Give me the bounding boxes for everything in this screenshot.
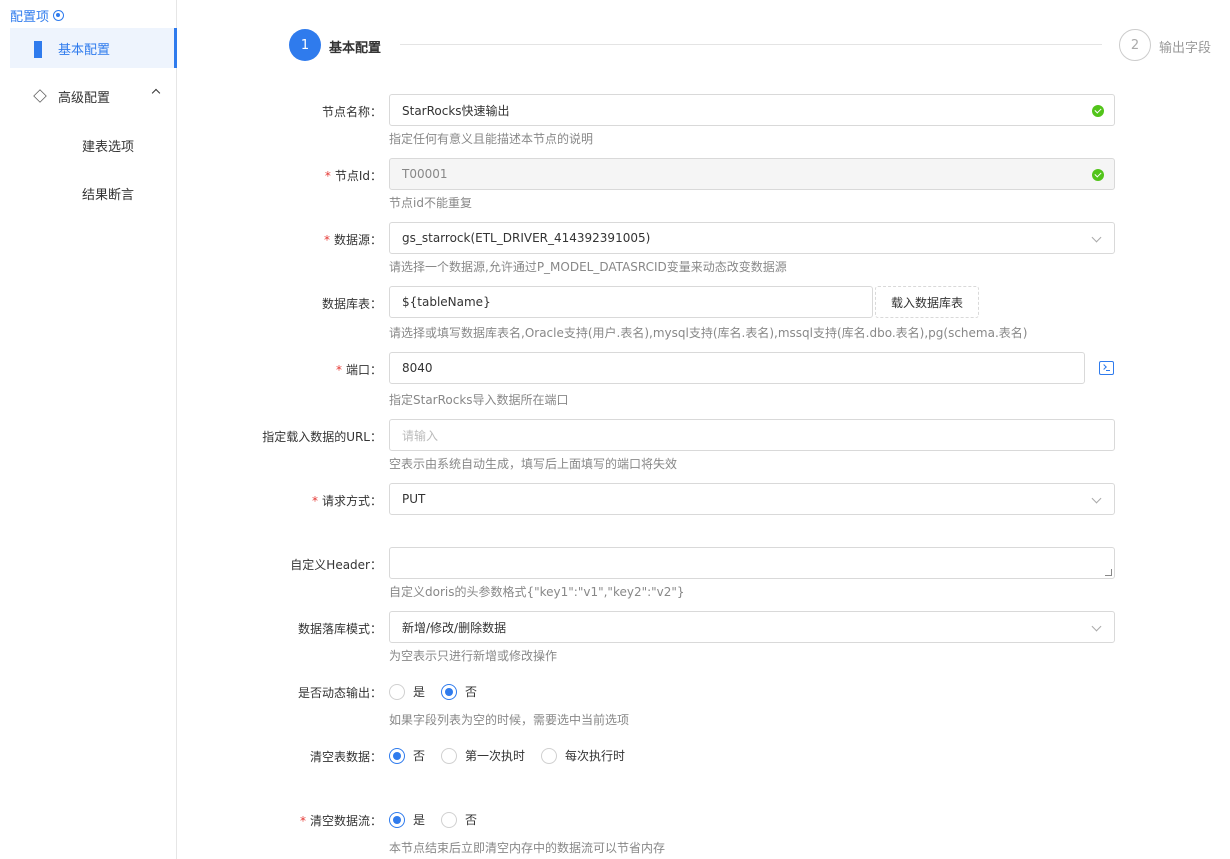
- chevron-up-icon[interactable]: [151, 88, 161, 98]
- node-id-help: 节点id不能重复: [389, 196, 472, 210]
- chevron-down-icon: [1091, 493, 1102, 504]
- radio-circle[interactable]: [441, 811, 458, 828]
- step-2-label[interactable]: 输出字段: [1159, 37, 1211, 56]
- node-name-input[interactable]: StarRocks快速输出: [389, 94, 1115, 126]
- node-name-help: 指定任何有意义且能描述本节点的说明: [389, 132, 594, 146]
- node-id-label: * 节点Id：: [324, 169, 382, 183]
- check-icon: [1092, 105, 1104, 117]
- mode-select[interactable]: 新增/修改/删除数据: [389, 611, 1115, 643]
- clear-stream-radio-yes[interactable]: 是: [389, 811, 425, 828]
- port-help: 指定StarRocks导入数据所在端口: [389, 393, 569, 407]
- dynamic-radio-yes[interactable]: 是: [389, 683, 425, 700]
- step-connector: [400, 44, 1102, 45]
- clear-table-radio-no[interactable]: 否: [389, 747, 425, 764]
- load-url-placeholder: 请输入: [402, 428, 439, 443]
- radio-circle[interactable]: [541, 747, 558, 764]
- sidebar-item-label: 基本配置: [58, 42, 111, 58]
- method-label: * 请求方式：: [311, 494, 382, 508]
- dynamic-radio-group: 是 否: [389, 683, 493, 700]
- port-value: 8040: [402, 361, 433, 375]
- dynamic-help: 如果字段列表为空的时候，需要选中当前选项: [389, 713, 630, 727]
- sidebar-item-basic-config[interactable]: 基本配置: [10, 28, 177, 68]
- grid-icon: [34, 41, 46, 58]
- port-input[interactable]: 8040: [389, 352, 1085, 384]
- sidebar-title: 配置项: [10, 6, 65, 25]
- radio-circle[interactable]: [441, 683, 458, 700]
- clear-table-radio-first[interactable]: 第一次执时: [441, 747, 525, 764]
- load-url-help: 空表示由系统自动生成，填写后上面填写的端口将失效: [389, 457, 678, 471]
- clear-stream-help: 本节点结束后立即清空内存中的数据流可以节省内存: [389, 841, 666, 855]
- db-table-input[interactable]: ${tableName}: [389, 286, 873, 318]
- sidebar-item-table-options[interactable]: 建表选项: [82, 136, 134, 155]
- mode-label: 数据落库模式：: [297, 622, 382, 636]
- node-name-value: StarRocks快速输出: [402, 103, 510, 118]
- dynamic-radio-no[interactable]: 否: [441, 683, 477, 700]
- datasource-value: gs_starrock(ETL_DRIVER_414392391005): [402, 231, 651, 245]
- dynamic-label: 是否动态输出：: [297, 686, 382, 700]
- cube-icon: [33, 89, 47, 103]
- db-table-label: 数据库表：: [321, 297, 382, 311]
- method-select[interactable]: PUT: [389, 483, 1115, 515]
- load-url-label: 指定载入数据的URL：: [262, 430, 382, 444]
- db-table-value: ${tableName}: [402, 295, 491, 309]
- load-table-button[interactable]: 载入数据库表: [875, 286, 979, 318]
- sidebar-item-label: 高级配置: [58, 90, 111, 106]
- step-1-label[interactable]: 基本配置: [329, 37, 381, 56]
- radio-circle[interactable]: [389, 811, 405, 828]
- datasource-help: 请选择一个数据源,允许通过P_MODEL_DATASRCID变量来动态改变数据源: [389, 260, 787, 274]
- sidebar: 配置项 基本配置 高级配置 建表选项 结果断言: [0, 0, 177, 859]
- datasource-select[interactable]: gs_starrock(ETL_DRIVER_414392391005): [389, 222, 1115, 254]
- node-id-input: T00001: [389, 158, 1115, 190]
- port-label: * 端口：: [335, 363, 382, 377]
- mode-help: 为空表示只进行新增或修改操作: [389, 649, 558, 663]
- mode-value: 新增/修改/删除数据: [402, 620, 507, 635]
- header-textarea[interactable]: [389, 547, 1115, 579]
- step-1-circle[interactable]: 1: [289, 29, 321, 61]
- terminal-icon[interactable]: [1099, 361, 1114, 375]
- chevron-down-icon: [1091, 232, 1102, 243]
- radio-circle[interactable]: [441, 747, 458, 764]
- chevron-down-icon: [1091, 621, 1102, 632]
- header-label: 自定义Header：: [290, 558, 382, 572]
- clear-stream-label: * 清空数据流：: [299, 814, 382, 828]
- clear-table-radio-every[interactable]: 每次执行时: [541, 747, 625, 764]
- radio-circle[interactable]: [389, 747, 405, 764]
- db-table-help: 请选择或填写数据库表名,Oracle支持(用户.表名),mysql支持(库名.表…: [389, 326, 1028, 340]
- clear-stream-radio-group: 是 否: [389, 811, 493, 828]
- clear-table-label: 清空表数据：: [309, 750, 382, 764]
- sidebar-item-result-assertion[interactable]: 结果断言: [82, 184, 134, 203]
- load-url-input[interactable]: 请输入: [389, 419, 1115, 451]
- sidebar-item-advanced-config[interactable]: 高级配置: [10, 76, 177, 116]
- node-id-value: T00001: [402, 167, 448, 181]
- sidebar-title-text: 配置项: [10, 10, 50, 25]
- header-help: 自定义doris的头参数格式{"key1":"v1","key2":"v2"}: [389, 585, 685, 599]
- check-icon: [1092, 169, 1104, 181]
- radio-circle[interactable]: [389, 683, 405, 700]
- target-icon[interactable]: [53, 10, 65, 21]
- node-name-label: 节点名称：: [321, 105, 382, 119]
- clear-table-radio-group: 否 第一次执时 每次执行时: [389, 747, 641, 764]
- datasource-label: * 数据源：: [323, 233, 382, 247]
- step-2-circle[interactable]: 2: [1119, 29, 1151, 61]
- method-value: PUT: [402, 492, 426, 506]
- clear-stream-radio-no[interactable]: 否: [441, 811, 477, 828]
